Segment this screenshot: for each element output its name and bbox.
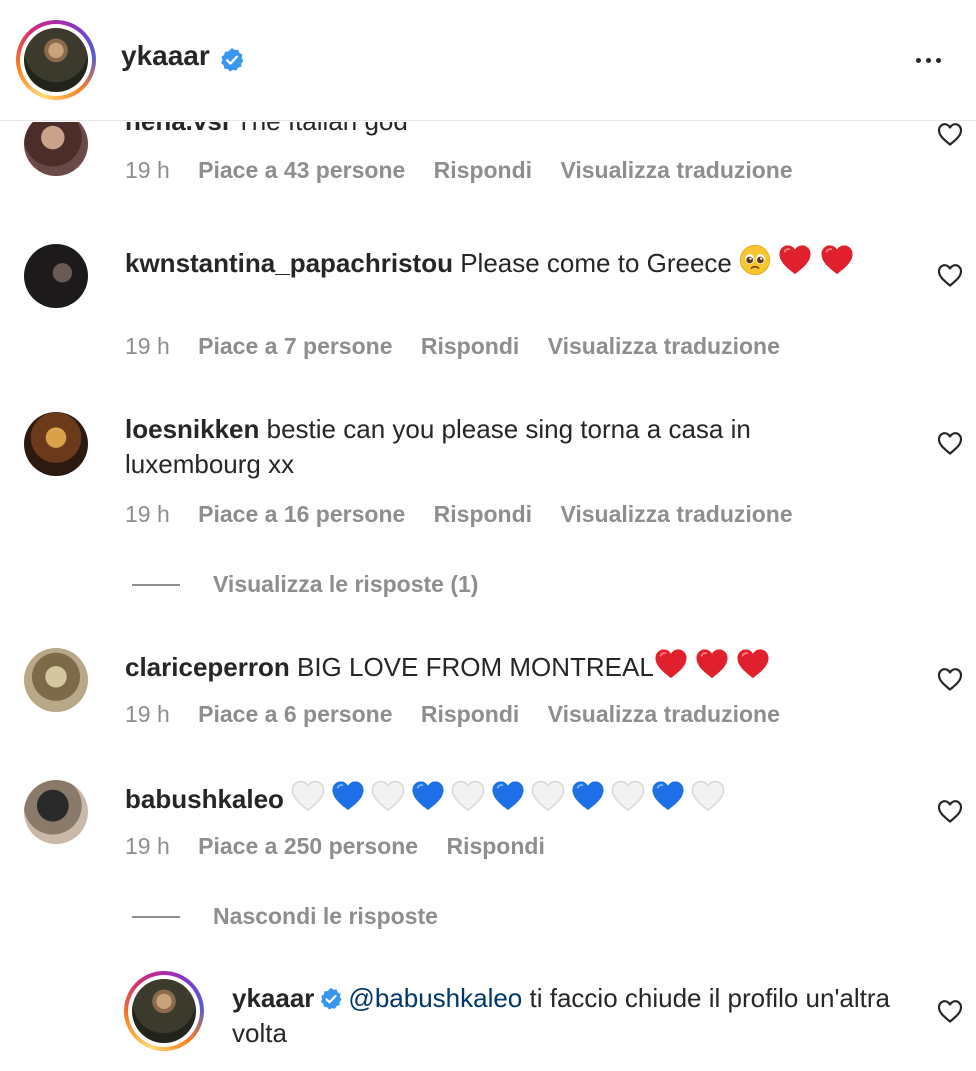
more-options-button[interactable] (916, 50, 952, 70)
translate-button[interactable]: Visualizza traduzione (560, 157, 792, 183)
comment-meta: 19 h Piace a 6 persone Rispondi Visualiz… (125, 701, 802, 728)
avatar[interactable] (24, 122, 88, 176)
comment-username[interactable]: clariceperron (125, 652, 290, 682)
comment-username[interactable]: babushkaleo (125, 784, 284, 814)
white-heart-emoji (611, 780, 645, 812)
white-heart-emoji (291, 780, 325, 812)
blue-heart-emoji (331, 780, 365, 812)
header-username[interactable]: ykaaar (121, 40, 210, 72)
avatar[interactable] (24, 412, 88, 476)
verified-badge-icon (319, 987, 343, 1011)
red-heart-emoji (778, 244, 812, 276)
comment-time[interactable]: 19 h (125, 333, 170, 359)
white-heart-emoji (691, 780, 725, 812)
red-heart-emoji (695, 648, 729, 680)
reply-button[interactable]: Rispondi (421, 333, 519, 359)
comment-meta: 19 h Piace a 16 persone Rispondi Visuali… (125, 501, 815, 528)
comments-list[interactable]: nena.vsl The Italian god 19 h Piace a 43… (0, 122, 976, 1071)
white-heart-emoji (531, 780, 565, 812)
red-heart-emoji (654, 648, 688, 680)
avatar[interactable] (24, 648, 88, 712)
hide-replies-label: Nascondi le risposte (213, 903, 438, 929)
more-options-icon (916, 57, 921, 63)
like-heart-icon[interactable] (937, 999, 963, 1023)
translate-button[interactable]: Visualizza traduzione (548, 333, 780, 359)
blue-heart-emoji (651, 780, 685, 812)
reply-button[interactable]: Rispondi (434, 157, 532, 183)
blue-heart-emoji (491, 780, 525, 812)
comment-username[interactable]: kwnstantina_papachristou (125, 248, 453, 278)
comment-time[interactable]: 19 h (125, 501, 170, 527)
comment-meta: 19 h Piace a 43 persone Rispondi Visuali… (125, 157, 815, 184)
translate-button[interactable]: Visualizza traduzione (548, 701, 780, 727)
reply-avatar[interactable] (124, 971, 204, 1051)
translate-button[interactable]: Visualizza traduzione (560, 501, 792, 527)
comment-body: Please come to Greece (460, 248, 732, 278)
blue-heart-emoji (571, 780, 605, 812)
likes-count[interactable]: Piace a 43 persone (198, 157, 405, 183)
comment-body: BIG LOVE FROM MONTREAL (296, 652, 654, 682)
likes-count[interactable]: Piace a 250 persone (198, 833, 418, 859)
verified-badge-icon (219, 47, 245, 73)
comment-time[interactable]: 19 h (125, 701, 170, 727)
reply-button[interactable]: Rispondi (434, 501, 532, 527)
white-heart-emoji (371, 780, 405, 812)
comment-time[interactable]: 19 h (125, 833, 170, 859)
like-heart-icon[interactable] (937, 122, 963, 146)
divider-line (132, 583, 180, 586)
pleading-face-emoji (739, 244, 771, 276)
likes-count[interactable]: Piace a 16 persone (198, 501, 405, 527)
comment-text: kwnstantina_papachristou Please come to … (125, 244, 885, 281)
blue-heart-emoji (411, 780, 445, 812)
avatar[interactable] (24, 244, 88, 308)
like-heart-icon[interactable] (937, 667, 963, 691)
reply-username[interactable]: ykaaar (232, 983, 314, 1013)
likes-count[interactable]: Piace a 6 persone (198, 701, 392, 727)
comment-meta: 19 h Piace a 250 persone Rispondi (125, 833, 567, 860)
comment-username[interactable]: nena.vsl (125, 122, 229, 136)
view-replies-button[interactable]: Visualizza le risposte (1) (132, 571, 478, 598)
like-heart-icon[interactable] (937, 431, 963, 455)
post-header: ykaaar (0, 0, 976, 121)
like-heart-icon[interactable] (937, 799, 963, 823)
like-heart-icon[interactable] (937, 263, 963, 287)
profile-avatar[interactable] (16, 20, 96, 100)
white-heart-emoji (451, 780, 485, 812)
mention-link[interactable]: @babushkaleo (348, 983, 522, 1013)
comment-meta: 19 h Piace a 7 persone Rispondi Visualiz… (125, 333, 802, 360)
red-heart-emoji (736, 648, 770, 680)
reply-button[interactable]: Rispondi (421, 701, 519, 727)
comment-time[interactable]: 19 h (125, 157, 170, 183)
view-replies-label: Visualizza le risposte (1) (213, 571, 479, 597)
comment-text: babushkaleo (125, 780, 885, 817)
reply-text: ykaaar @babushkaleo ti faccio chiude il p… (232, 981, 892, 1051)
likes-count[interactable]: Piace a 7 persone (198, 333, 392, 359)
hide-replies-button[interactable]: Nascondi le risposte (132, 903, 438, 930)
comment-body: The Italian god (236, 122, 408, 136)
red-heart-emoji (820, 244, 854, 276)
divider-line (132, 915, 180, 918)
reply-button[interactable]: Rispondi (446, 833, 544, 859)
comment-username[interactable]: loesnikken (125, 414, 259, 444)
avatar[interactable] (24, 780, 88, 844)
comment-text: nena.vsl The Italian god (125, 122, 885, 139)
comment-text: clariceperron BIG LOVE FROM MONTREAL (125, 648, 885, 685)
comment-text: loesnikken bestie can you please sing to… (125, 412, 885, 482)
